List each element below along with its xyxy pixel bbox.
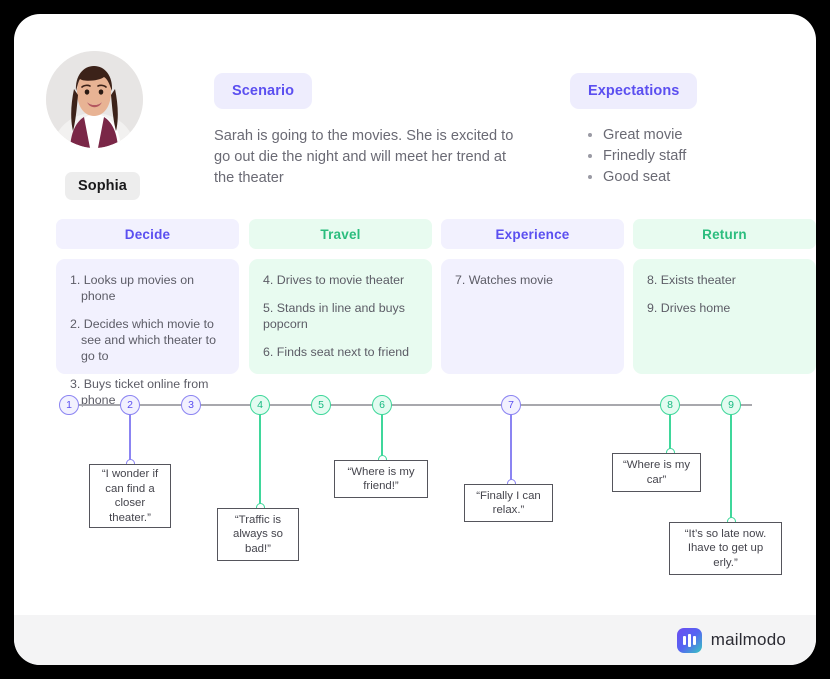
footer-bar: mailmodo: [14, 615, 816, 665]
stage-item: 6. Finds seat next to friend: [263, 345, 410, 359]
expectations-list: Great movie Frinedly staff Good seat: [586, 125, 801, 188]
stage-item: 4. Drives to movie theater: [263, 273, 405, 287]
expectations-label: Expectations: [570, 73, 698, 109]
timeline-node-3[interactable]: 3: [181, 395, 201, 415]
brand-logo: mailmodo: [676, 627, 786, 653]
quote-box-4: “Traffic is always so bad!”: [217, 508, 299, 561]
stage-header-experience[interactable]: Experience: [441, 219, 624, 249]
timeline-node-4[interactable]: 4: [250, 395, 270, 415]
stage-card-return: 8. Exists theater 9. Drives home: [633, 259, 816, 374]
connector-6: [381, 415, 383, 459]
stage-item: 8. Exists theater: [647, 273, 736, 287]
timeline-node-6[interactable]: 6: [372, 395, 392, 415]
stage-item: 9. Drives home: [647, 301, 731, 315]
list-item: Great movie: [603, 125, 801, 146]
connector-2: [129, 415, 131, 464]
stage-card-experience: 7. Watches movie: [441, 259, 624, 374]
connector-4: [259, 415, 261, 507]
connector-9: [730, 415, 732, 521]
journey-map-canvas: Sophia Scenario Sarah is going to the mo…: [14, 14, 816, 665]
persona-name: Sophia: [65, 172, 140, 200]
stage-header-travel[interactable]: Travel: [249, 219, 432, 249]
scenario-text: Sarah is going to the movies. She is exc…: [214, 128, 514, 186]
quote-box-7: “Finally I can relax.”: [464, 484, 553, 522]
stage-card-decide: 1. Looks up movies on phone 2. Decides w…: [56, 259, 239, 407]
journey-map-card: Sophia Scenario Sarah is going to the mo…: [14, 14, 816, 665]
list-item: Frinedly staff: [603, 146, 801, 167]
quote-box-9: “It’s so late now. Ihave to get up erly.…: [669, 522, 782, 575]
stage-item: 7. Watches movie: [455, 273, 554, 287]
quote-box-2: “I wonder if can find a closer theater.”: [89, 464, 171, 528]
scenario-label: Scenario: [214, 73, 313, 109]
connector-7: [510, 415, 512, 483]
connector-8: [669, 415, 671, 452]
stage-card-travel: 4. Drives to movie theater 5. Stands in …: [249, 259, 432, 374]
stage-header-decide[interactable]: Decide: [56, 219, 239, 249]
quote-box-8: “Where is my car”: [612, 453, 701, 492]
stage-header-return[interactable]: Return: [633, 219, 816, 249]
timeline-node-5[interactable]: 5: [311, 395, 331, 415]
timeline-axis: [62, 404, 752, 406]
stage-item: 1. Looks up movies on phone: [70, 273, 194, 303]
mailmodo-logo-icon: [676, 627, 702, 653]
quote-box-6: “Where is my friend!”: [334, 460, 428, 498]
timeline-node-8[interactable]: 8: [660, 395, 680, 415]
timeline-node-2[interactable]: 2: [120, 395, 140, 415]
stage-item: 5. Stands in line and buys popcorn: [263, 301, 405, 331]
list-item: Good seat: [603, 167, 801, 188]
timeline-node-1[interactable]: 1: [59, 395, 79, 415]
stage-item: 2. Decides which movie to see and which …: [70, 317, 217, 363]
timeline-node-9[interactable]: 9: [721, 395, 741, 415]
brand-name: mailmodo: [710, 630, 786, 649]
timeline-node-7[interactable]: 7: [501, 395, 521, 415]
avatar: [46, 51, 143, 148]
